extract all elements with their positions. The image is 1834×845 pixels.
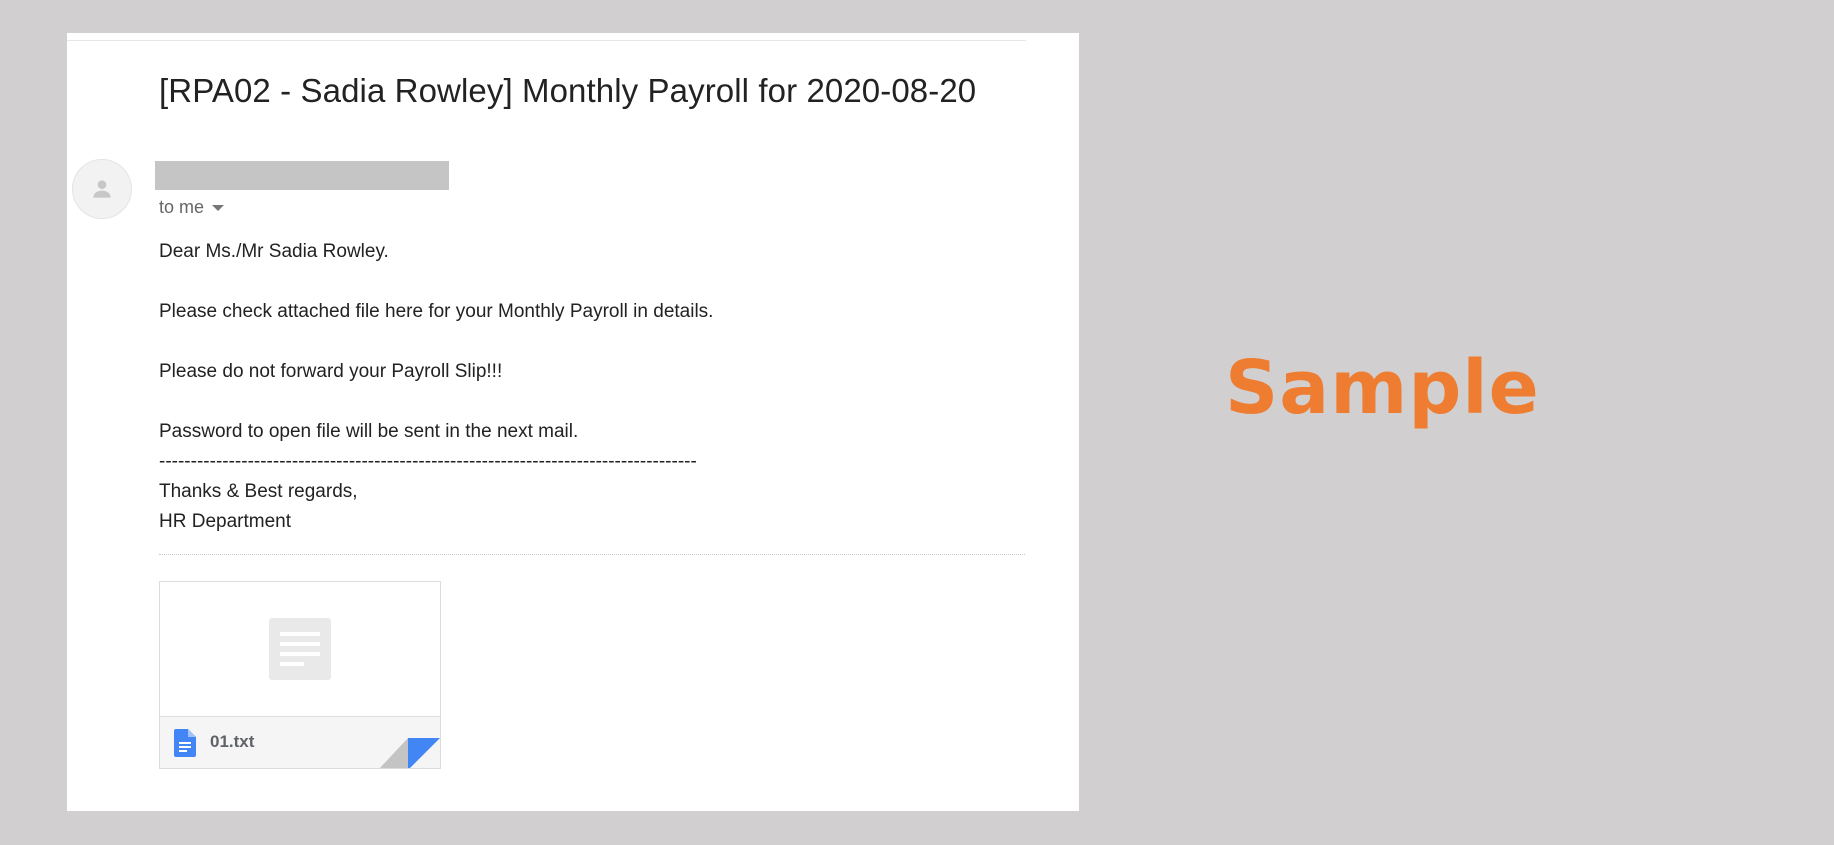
folded-corner-icon (379, 738, 440, 768)
body-separator-dashes: ----------------------------------------… (159, 451, 697, 472)
person-icon (93, 180, 111, 198)
body-blank-line (159, 327, 1019, 357)
attachment-filename: 01.txt (210, 732, 255, 751)
body-blank-line (159, 267, 1019, 297)
attachment-card[interactable]: 01.txt (159, 581, 441, 769)
sender-name-redacted (155, 161, 449, 190)
recipients-label: to me (159, 197, 205, 217)
body-line-check-attachment: Please check attached file here for your… (159, 301, 714, 322)
sample-watermark: Sample (1225, 345, 1540, 431)
email-body: Dear Ms./Mr Sadia Rowley. Please check a… (159, 237, 1019, 537)
body-line-regards: Thanks & Best regards, (159, 481, 358, 502)
body-line-password-note: Password to open file will be sent in th… (159, 421, 579, 442)
attachment-preview[interactable] (160, 582, 440, 716)
email-subject: [RPA02 - Sadia Rowley] Monthly Payroll f… (159, 72, 977, 109)
body-line-do-not-forward: Please do not forward your Payroll Slip!… (159, 361, 503, 382)
recipients-dropdown[interactable]: to me (159, 195, 225, 219)
document-icon (174, 729, 196, 757)
email-panel: [RPA02 - Sadia Rowley] Monthly Payroll f… (67, 33, 1079, 811)
attachment-footer[interactable]: 01.txt (160, 716, 440, 768)
caret-down-icon (212, 205, 225, 211)
text-document-thumbnail-icon (269, 618, 331, 680)
body-line-greeting: Dear Ms./Mr Sadia Rowley. (159, 241, 389, 262)
body-blank-line (159, 387, 1019, 417)
body-line-signature: HR Department (159, 511, 291, 532)
attachments-divider (159, 554, 1025, 555)
top-divider (67, 40, 1026, 41)
sender-avatar[interactable] (72, 159, 132, 219)
